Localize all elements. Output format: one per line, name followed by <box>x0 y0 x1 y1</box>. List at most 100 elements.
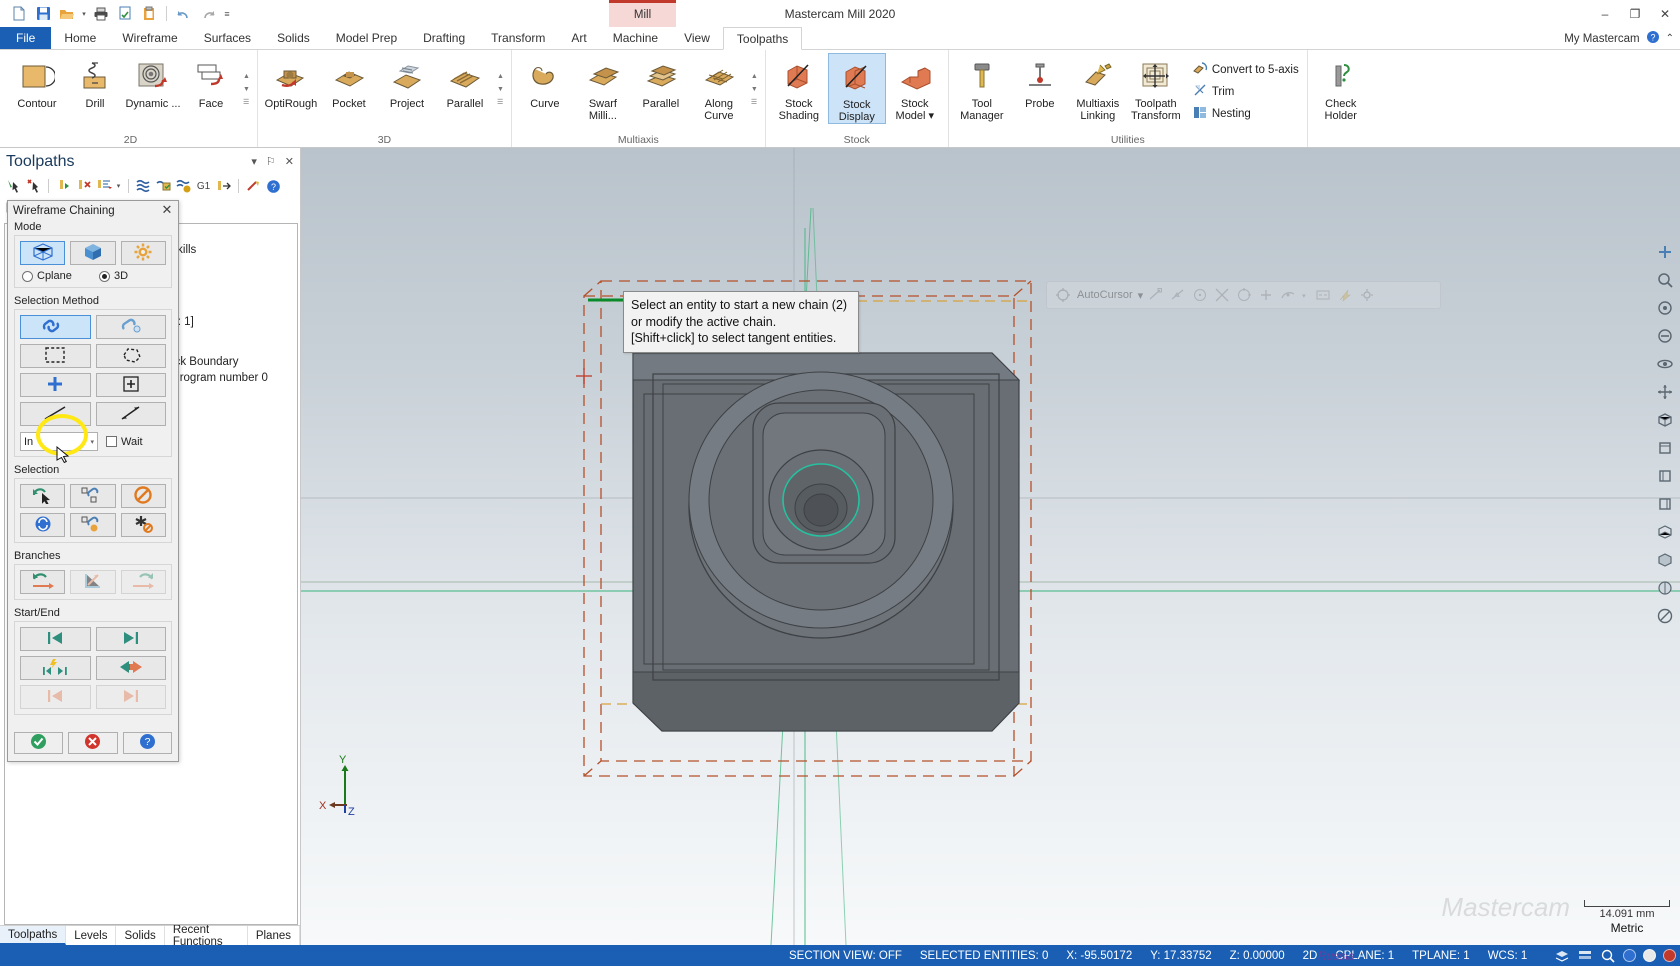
color-swatch-red[interactable] <box>1663 949 1676 962</box>
contour-button[interactable]: Contour <box>8 53 66 111</box>
quick-access-toolbar[interactable]: ▾ ≡ <box>0 3 233 24</box>
next-branch-button[interactable] <box>120 570 166 594</box>
print-preview-icon[interactable] <box>114 3 136 24</box>
wait-checkbox[interactable]: Wait <box>106 436 143 448</box>
regenerate-icon[interactable] <box>135 178 152 195</box>
status-bar[interactable]: SECTION VIEW: OFF SELECTED ENTITIES: 0 X… <box>0 945 1680 966</box>
curve-button[interactable]: Curve <box>516 53 574 111</box>
trim-button[interactable]: Trim <box>1189 81 1303 103</box>
toolpaths-toolbar-row1[interactable]: ▾ G1 ? <box>0 175 300 197</box>
open-icon[interactable] <box>56 3 78 24</box>
shaded-icon[interactable] <box>1652 546 1679 573</box>
translucent-icon[interactable] <box>1652 574 1679 601</box>
stock-shading-button[interactable]: Stock Shading <box>770 53 828 122</box>
panel-dropdown-icon[interactable]: ▾ <box>251 155 257 168</box>
scroll-up-icon[interactable]: ▲ <box>497 73 504 80</box>
chaining-options-button[interactable] <box>120 241 166 265</box>
window-controls[interactable]: – ❐ ✕ <box>1590 0 1680 27</box>
zoom-target-icon[interactable] <box>1652 294 1679 321</box>
restore-button[interactable]: ❐ <box>1620 0 1650 27</box>
tool-manager-button[interactable]: Tool Manager <box>953 53 1011 122</box>
regenerate-selected-icon[interactable] <box>155 178 172 195</box>
unzoom-icon[interactable] <box>1652 322 1679 349</box>
account-label[interactable]: My Mastercam <box>1564 33 1639 45</box>
ribbon-tab-drafting[interactable]: Drafting <box>410 27 478 49</box>
minimize-button[interactable]: – <box>1590 0 1620 27</box>
dock-tab-solids[interactable]: Solids <box>116 926 165 945</box>
radio-button[interactable] <box>99 270 110 282</box>
print-icon[interactable] <box>90 3 112 24</box>
scroller-multiaxis[interactable]: ▲ ▼ ☰ <box>748 53 761 127</box>
zoom-window-icon[interactable] <box>1652 266 1679 293</box>
panel-header-controls[interactable]: ▾ ⚐ ✕ <box>251 155 294 168</box>
dynamic-rotate-icon[interactable] <box>1652 350 1679 377</box>
chain-start-button[interactable] <box>20 627 91 651</box>
machine-tab-mill[interactable]: Mill <box>609 0 676 27</box>
pocket-3d-button[interactable]: Pocket <box>320 53 378 111</box>
ribbon-tab-art[interactable]: Art <box>558 27 599 49</box>
window-button[interactable] <box>20 344 91 368</box>
wcs-status[interactable]: WCS: 1 <box>1479 950 1537 962</box>
dialog-footer[interactable]: ? <box>8 728 178 761</box>
graphics-viewport[interactable]: AutoCursor ▾ ▾ Select an entity to start… <box>301 148 1680 945</box>
select-toolpath-icon[interactable] <box>55 178 72 195</box>
project-button[interactable]: Project <box>378 53 436 111</box>
chevron-down-icon[interactable]: ▾ <box>90 438 94 446</box>
paste-icon[interactable] <box>138 3 160 24</box>
parallel-multiaxis-button[interactable]: Parallel <box>632 53 690 111</box>
post-selected-icon[interactable] <box>215 178 232 195</box>
ribbon-right-controls[interactable]: My Mastercam ? ⌃ <box>1564 27 1674 50</box>
front-view-icon[interactable] <box>1652 462 1679 489</box>
close-icon[interactable]: ✕ <box>160 202 174 217</box>
along-curve-button[interactable]: Along Curve <box>690 53 748 122</box>
open-dropdown-icon[interactable]: ▾ <box>80 3 88 24</box>
swarf-milling-button[interactable]: Swarf Milli... <box>574 53 632 122</box>
ribbon-tab-solids[interactable]: Solids <box>264 27 323 49</box>
scroll-more-icon[interactable]: ☰ <box>751 99 758 106</box>
vector-button[interactable] <box>20 402 91 426</box>
color-swatch-white[interactable] <box>1643 949 1656 962</box>
g1-post-icon[interactable]: G1 <box>195 178 212 195</box>
high-speed-icon[interactable] <box>245 178 262 195</box>
single-button[interactable] <box>95 315 166 339</box>
parallel-3d-button[interactable]: Parallel <box>436 53 494 111</box>
area-button[interactable] <box>95 373 166 397</box>
ribbon-tab-toolpaths[interactable]: Toolpaths <box>722 27 803 50</box>
level-icon[interactable] <box>1577 948 1593 964</box>
unselect-chain-button[interactable] <box>70 484 116 508</box>
previous-branch-button[interactable] <box>20 570 66 594</box>
ribbon-tab-bar[interactable]: File Home Wireframe Surfaces Solids Mode… <box>0 27 1680 50</box>
undo-selection-button[interactable] <box>20 484 66 508</box>
status-right-controls[interactable] <box>1554 948 1676 964</box>
regenerate-dirty-icon[interactable] <box>175 178 192 195</box>
selection-options-row[interactable]: In ▾ Wait <box>20 432 166 451</box>
right-view-icon[interactable] <box>1652 490 1679 517</box>
deselect-all-icon[interactable] <box>25 178 42 195</box>
fit-icon[interactable] <box>1652 238 1679 265</box>
close-button[interactable]: ✕ <box>1650 0 1680 27</box>
scroll-down-icon[interactable]: ▼ <box>243 86 250 93</box>
plane-manager-icon[interactable] <box>1554 948 1570 964</box>
selected-entities-status[interactable]: SELECTED ENTITIES: 0 <box>911 950 1057 962</box>
dock-tab-recent-functions[interactable]: Recent Functions <box>165 924 248 948</box>
unselect-all-button[interactable] <box>120 513 166 537</box>
ribbon-tab-file[interactable]: File <box>0 27 52 49</box>
single-point-button[interactable] <box>20 373 91 397</box>
3d-radio[interactable]: 3D <box>99 270 128 282</box>
color-swatch-blue[interactable] <box>1623 949 1636 962</box>
solid-mode-button[interactable] <box>70 241 116 265</box>
scroll-more-icon[interactable]: ☰ <box>497 99 504 106</box>
step-end-button[interactable] <box>95 685 166 709</box>
scroll-more-icon[interactable]: ☰ <box>243 99 250 106</box>
ribbon-tab-machine[interactable]: Machine <box>600 27 671 49</box>
delete-toolpath-icon[interactable] <box>75 178 92 195</box>
toolpath-transform-button[interactable]: Toolpath Transform <box>1127 53 1185 122</box>
scroll-down-icon[interactable]: ▼ <box>751 86 758 93</box>
chain-button[interactable] <box>20 315 91 339</box>
select-all-icon[interactable] <box>5 178 22 195</box>
convert-5axis-button[interactable]: Convert to 5-axis <box>1189 59 1303 81</box>
multiaxis-linking-button[interactable]: Multiaxis Linking <box>1069 53 1127 122</box>
radio-button[interactable] <box>22 270 33 282</box>
save-icon[interactable] <box>32 3 54 24</box>
help-button[interactable]: ? <box>122 732 172 754</box>
